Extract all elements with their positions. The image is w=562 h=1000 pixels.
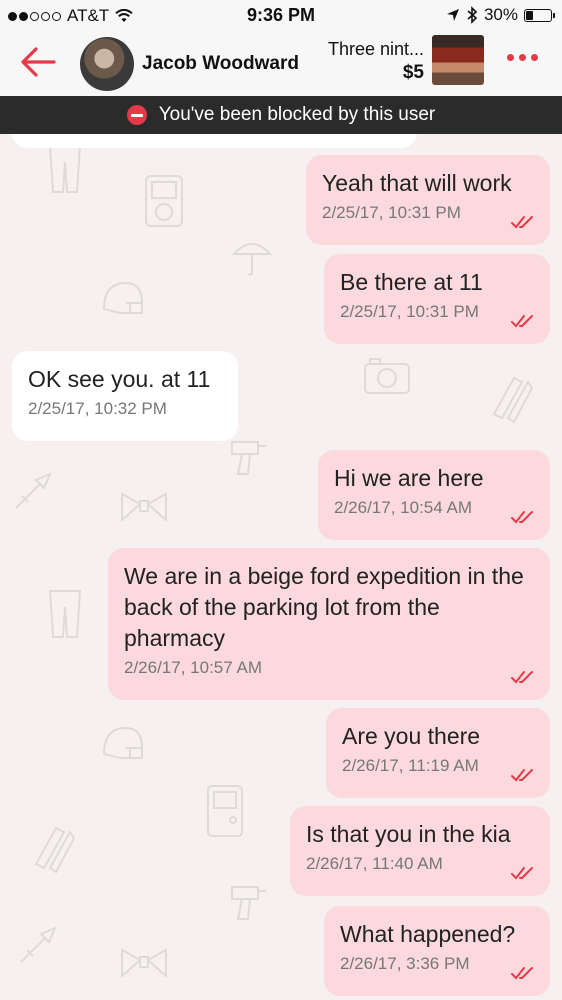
more-dot-icon [531,54,538,61]
message-timestamp: 2/26/17, 10:54 AM [334,498,472,517]
message-timestamp: 2/25/17, 10:31 PM [322,203,461,222]
contact-name[interactable]: Jacob Woodward [142,53,299,75]
message-bubble[interactable]: OK see you. at 11 2/25/17, 10:32 PM [12,351,238,441]
camera-doodle-icon [364,358,410,394]
status-bar: AT&T 9:36 PM 30% [0,0,562,32]
message-bubble[interactable]: Hi we are here 2/26/17, 10:54 AM [318,450,550,540]
pants-doodle-icon [48,590,82,638]
helmet-doodle-icon [102,281,143,314]
read-receipt-icon [511,216,533,229]
status-right: 30% [446,5,555,25]
more-dot-icon [507,54,514,61]
drill-doodle-icon [231,441,266,475]
umbrella-doodle-icon [231,243,273,276]
message-list[interactable]: Yeah that will work 2/25/17, 10:31 PM Be… [0,134,562,1000]
more-dot-icon [519,54,526,61]
message-bubble[interactable]: Yeah that will work 2/25/17, 10:31 PM [306,155,550,245]
message-bubble[interactable]: We are in a beige ford expedition in the… [108,548,550,700]
back-arrow-icon [21,47,56,77]
message-timestamp: 2/26/17, 11:40 AM [306,854,443,873]
trumpet-doodle-icon [20,926,57,963]
bowtie-doodle-icon [121,492,167,523]
read-receipt-icon [511,671,533,684]
blocked-banner: You've been blocked by this user [0,96,562,134]
message-timestamp: 2/26/17, 10:57 AM [124,658,262,677]
message-timestamp: 2/25/17, 10:32 PM [28,399,167,418]
message-text: Is that you in the kia [306,821,511,847]
message-bubble[interactable]: Is that you in the kia 2/26/17, 11:40 AM [290,806,550,896]
message-text: Are you there [342,723,481,749]
read-receipt-icon [511,867,533,880]
battery-icon [524,8,555,22]
message-timestamp: 2/26/17, 3:36 PM [340,954,470,973]
blocked-icon [126,105,147,125]
trumpet-doodle-icon [15,472,52,509]
message-bubble-partial [12,134,417,148]
read-receipt-icon [511,967,533,980]
message-bubble[interactable]: Be there at 11 2/25/17, 10:31 PM [324,254,550,344]
drill-doodle-icon [231,886,266,920]
message-text: Hi we are here [334,465,484,491]
skis-doodle-icon [34,826,76,874]
pants-doodle-icon [48,145,82,193]
blocked-banner-text: You've been blocked by this user [158,104,436,125]
item-price[interactable]: $5 [403,62,424,84]
read-receipt-icon [511,511,533,524]
message-bubble[interactable]: What happened? 2/26/17, 3:36 PM [324,906,550,996]
ipod-doodle-icon [145,175,183,227]
message-timestamp: 2/25/17, 10:31 PM [340,302,479,321]
more-options-button[interactable] [507,54,538,61]
message-bubble[interactable]: Are you there 2/26/17, 11:19 AM [326,708,550,798]
message-text: What happened? [340,921,516,947]
skis-doodle-icon [492,376,534,424]
message-text: Be there at 11 [340,269,483,295]
message-text: We are in a beige ford expedition in the… [124,563,524,651]
avatar[interactable] [80,37,134,91]
read-receipt-icon [511,315,533,328]
chat-header: Jacob Woodward Three nint... $5 [0,32,562,96]
message-text: OK see you. at 11 [28,366,211,392]
back-button[interactable] [18,44,58,80]
bluetooth-icon [467,6,478,24]
item-thumbnail[interactable] [432,35,484,85]
message-timestamp: 2/26/17, 11:19 AM [342,756,479,775]
read-receipt-icon [511,769,533,782]
helmet-doodle-icon [102,726,143,759]
location-arrow-icon [446,9,459,21]
bowtie-doodle-icon [121,948,167,979]
gameboy-doodle-icon [207,785,243,837]
item-title[interactable]: Three nint... [328,39,424,60]
battery-percent: 30% [483,5,518,24]
message-text: Yeah that will work [322,170,512,196]
